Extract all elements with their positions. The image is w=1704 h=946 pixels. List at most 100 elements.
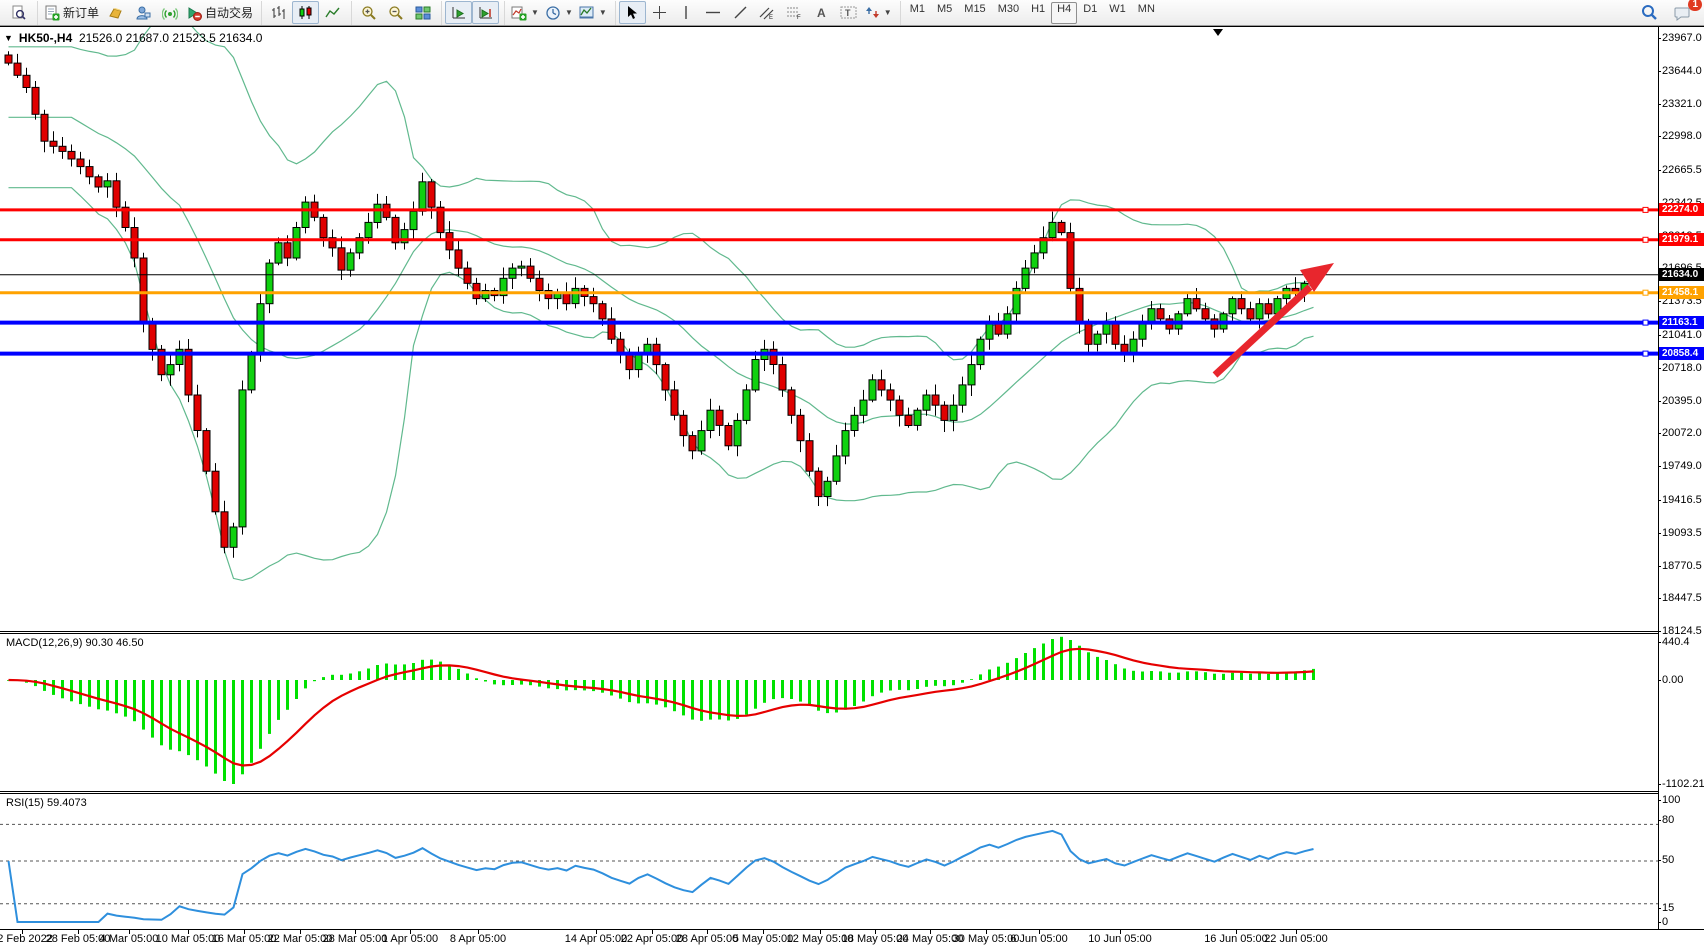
periods-caret-icon: ▼	[565, 8, 573, 17]
timeframe-MN[interactable]: MN	[1132, 2, 1161, 24]
rsi-axis-tick: 0	[1662, 916, 1668, 928]
vline-tool-button[interactable]	[673, 1, 700, 24]
chart-shift-button[interactable]	[472, 1, 499, 24]
templates-button[interactable]: ▼	[576, 1, 610, 24]
macd-axis-tick: -1102.21	[1662, 778, 1704, 790]
rsi-plot[interactable]	[0, 794, 1658, 929]
cursor-tool-button[interactable]	[619, 1, 646, 24]
accounts-button[interactable]	[129, 1, 156, 24]
arrows-caret-icon: ▼	[884, 8, 892, 17]
price-line-badge: 20858.4	[1659, 347, 1704, 360]
timeframe-M15[interactable]: M15	[958, 2, 991, 24]
new-order-icon	[44, 5, 60, 21]
timeframe-W1[interactable]: W1	[1103, 2, 1132, 24]
signals-button[interactable]	[156, 1, 183, 24]
templates-icon	[579, 5, 595, 21]
price-tick: 21041.0	[1662, 329, 1702, 341]
price-tick: 22998.0	[1662, 130, 1702, 142]
timeframe-H4[interactable]: H4	[1051, 2, 1077, 24]
trendline-tool-button[interactable]	[727, 1, 754, 24]
time-label: 4 Mar 05:00	[100, 933, 159, 945]
autotrading-button[interactable]: 自动交易	[183, 1, 256, 24]
timeframe-D1[interactable]: D1	[1077, 2, 1103, 24]
macd-axis-tick: 440.4	[1662, 636, 1690, 648]
price-tick: 18770.5	[1662, 560, 1702, 572]
zoom-out-button[interactable]	[382, 1, 409, 24]
arrows-icon	[865, 5, 880, 20]
symbols-button[interactable]	[5, 1, 32, 24]
timeframe-M30[interactable]: M30	[992, 2, 1025, 24]
price-tick: 22665.5	[1662, 164, 1702, 176]
crosshair-icon	[652, 5, 667, 20]
candlestick-canvas	[0, 27, 1658, 631]
time-label: 8 Apr 05:00	[450, 933, 506, 945]
price-tick: 23967.0	[1662, 32, 1702, 44]
timeframe-M1[interactable]: M1	[904, 2, 931, 24]
price-line-badge: 21163.1	[1659, 316, 1704, 329]
bar-chart-icon	[271, 5, 286, 20]
indicators-button[interactable]: ▼	[508, 1, 542, 24]
market-depth-button[interactable]	[102, 1, 129, 24]
time-label: 28 Mar 05:00	[323, 933, 388, 945]
rsi-axis-tick: 15	[1662, 902, 1674, 914]
crosshair-tool-button[interactable]	[646, 1, 673, 24]
autoscroll-button[interactable]	[445, 1, 472, 24]
rsi-axis-tick: 50	[1662, 854, 1674, 866]
notifications-button[interactable]: 1	[1669, 1, 1696, 24]
search-icon	[1641, 4, 1658, 21]
new-order-label: 新订单	[63, 4, 99, 21]
price-tick: 18447.5	[1662, 592, 1702, 604]
market-depth-icon	[108, 5, 124, 21]
main-toolbar: 新订单 自动交易	[0, 0, 1704, 26]
autoscroll-icon	[451, 5, 467, 20]
templates-caret-icon: ▼	[599, 8, 607, 17]
bar-chart-button[interactable]	[265, 1, 292, 24]
collapse-triangle-icon: ▼	[4, 33, 13, 43]
price-tick: 20072.0	[1662, 427, 1702, 439]
rsi-axis-tick: 100	[1662, 794, 1680, 806]
text-label-icon: T	[840, 5, 857, 20]
signals-icon	[162, 5, 178, 21]
chart-window: ▼ HK50-,H4 21526.0 21687.0 21523.5 21634…	[0, 26, 1704, 946]
timeframe-M5[interactable]: M5	[931, 2, 958, 24]
rsi-label: RSI(15) 59.4073	[6, 797, 87, 809]
time-label: 6 Jun 05:00	[1010, 933, 1068, 945]
price-tick: 19749.0	[1662, 460, 1702, 472]
text-label-tool-button[interactable]: T	[835, 1, 862, 24]
price-tick: 20718.0	[1662, 362, 1702, 374]
price-chart-plot[interactable]	[0, 27, 1658, 631]
line-chart-button[interactable]	[319, 1, 346, 24]
candle-chart-button[interactable]	[292, 1, 319, 24]
trading-terminal: 新订单 自动交易	[0, 0, 1704, 946]
price-axis[interactable]: 23967.023644.023321.022998.022665.522342…	[1658, 27, 1704, 929]
price-tick: 19093.5	[1662, 527, 1702, 539]
chart-shift-icon	[478, 5, 494, 20]
timeframe-H1[interactable]: H1	[1025, 2, 1051, 24]
price-tick: 23321.0	[1662, 98, 1702, 110]
vertical-line-icon	[681, 5, 691, 20]
channel-tool-button[interactable]: E	[754, 1, 781, 24]
search-button[interactable]	[1636, 1, 1663, 24]
zoom-in-button[interactable]	[355, 1, 382, 24]
tile-windows-button[interactable]	[409, 1, 436, 24]
macd-canvas	[0, 634, 1658, 791]
macd-plot[interactable]	[0, 634, 1658, 791]
new-order-button[interactable]: 新订单	[41, 1, 102, 24]
periods-button[interactable]: ▼	[542, 1, 576, 24]
text-tool-icon: A	[817, 6, 826, 20]
rsi-canvas	[0, 794, 1658, 929]
chart-ohlc-values: 21526.0 21687.0 21523.5 21634.0	[79, 31, 263, 45]
cursor-icon	[625, 5, 639, 20]
time-label: 5 May 05:00	[733, 933, 794, 945]
price-line-badge: 22274.0	[1659, 203, 1704, 216]
fibonacci-tool-button[interactable]: F	[781, 1, 808, 24]
hline-tool-button[interactable]	[700, 1, 727, 24]
zoom-in-icon	[361, 5, 377, 21]
time-label: 14 Apr 05:00	[565, 933, 627, 945]
time-axis[interactable]: 22 Feb 202228 Feb 05:004 Mar 05:0010 Mar…	[0, 929, 1704, 946]
arrows-tool-button[interactable]: ▼	[862, 1, 895, 24]
svg-text:T: T	[845, 8, 851, 18]
price-line-badge: 21979.1	[1659, 233, 1704, 246]
text-tool-button[interactable]: A	[808, 1, 835, 24]
price-line-badge: 21458.1	[1659, 286, 1704, 299]
